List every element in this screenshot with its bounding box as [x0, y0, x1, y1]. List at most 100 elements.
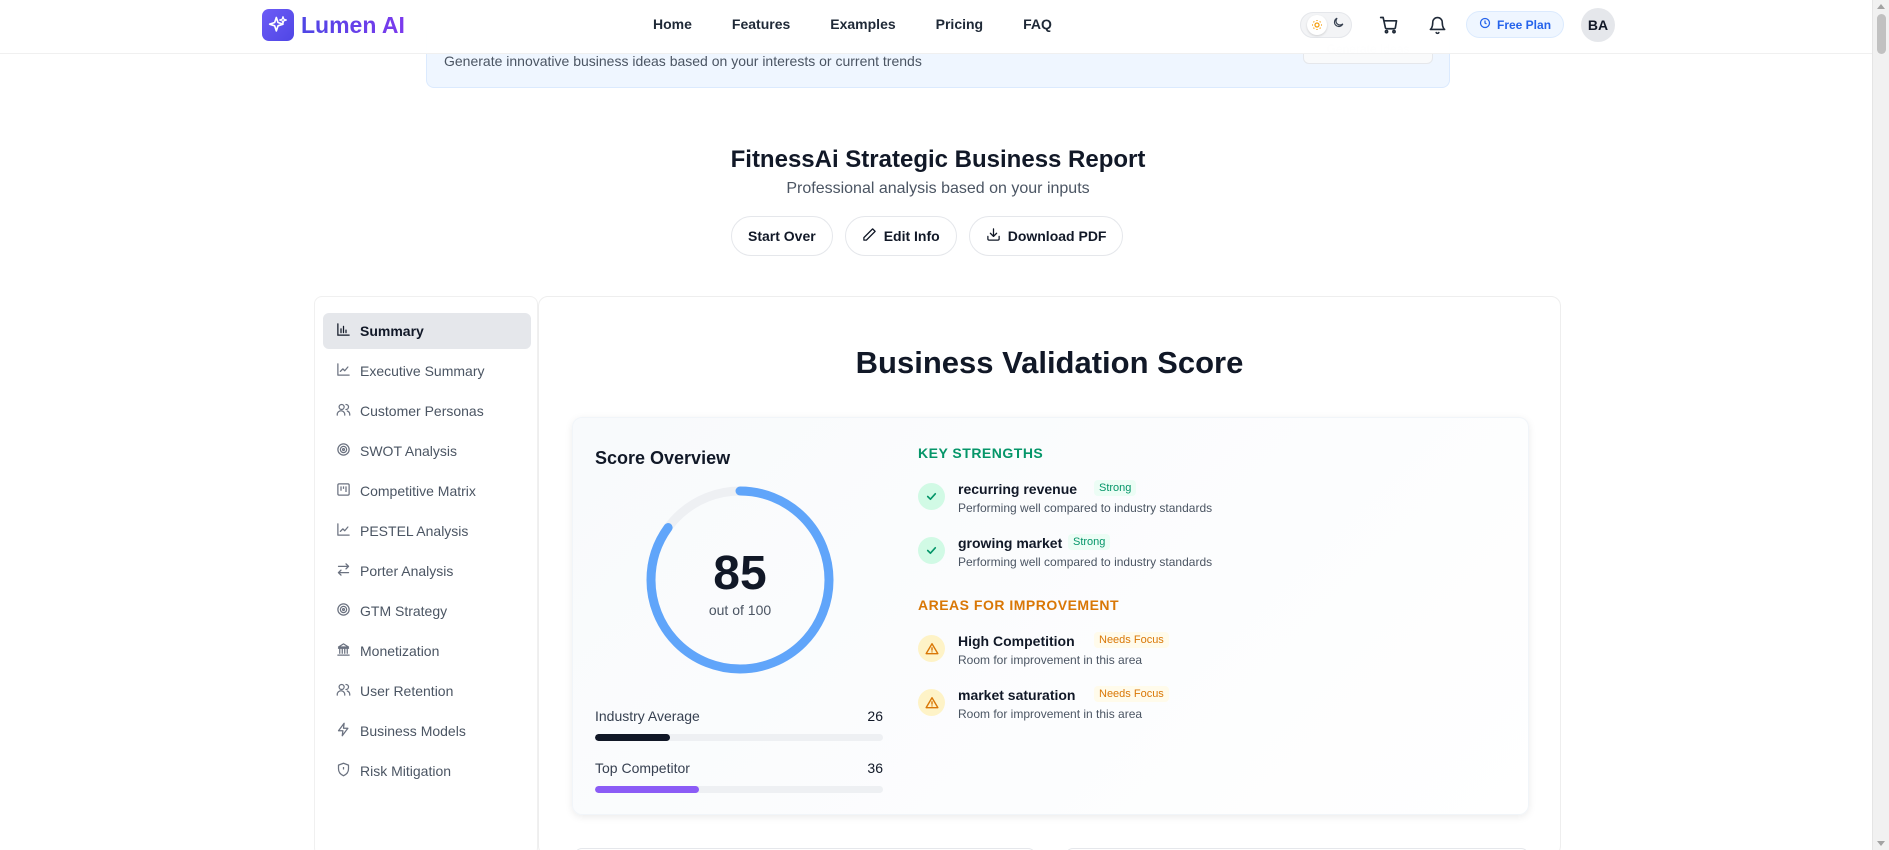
top-navbar: Lumen AI Home Features Examples Pricing … — [0, 0, 1872, 54]
check-icon — [918, 483, 945, 510]
sidebar-item-porter-analysis[interactable]: Porter Analysis — [323, 553, 531, 589]
industry-average-metric: Industry Average 26 — [595, 708, 883, 741]
free-plan-badge[interactable]: Free Plan — [1466, 11, 1565, 38]
nav-link-pricing[interactable]: Pricing — [936, 16, 983, 32]
sidebar-item-summary[interactable]: Summary — [323, 313, 531, 349]
sidebar-item-label: GTM Strategy — [360, 603, 448, 619]
score-caption: out of 100 — [708, 602, 772, 618]
line-chart-icon — [336, 362, 351, 380]
download-pdf-button[interactable]: Download PDF — [968, 216, 1124, 256]
sidebar-item-label: Porter Analysis — [360, 563, 454, 579]
plan-clock-icon — [1479, 17, 1491, 32]
shield-icon — [336, 762, 351, 780]
sidebar-item-label: Summary — [360, 323, 424, 339]
score-gauge: 85 out of 100 — [644, 484, 836, 676]
target-icon — [336, 442, 351, 460]
sidebar-item-label: Executive Summary — [360, 363, 485, 379]
areas-for-improvement-heading: AREAS FOR IMPROVEMENT — [918, 597, 1120, 613]
sun-icon — [1306, 15, 1327, 35]
sidebar-item-label: Customer Personas — [360, 403, 484, 419]
industry-average-value: 26 — [867, 708, 883, 724]
improvement-item: market saturation Needs Focus Room for i… — [918, 686, 1478, 731]
top-competitor-track — [595, 786, 883, 793]
target-icon — [336, 602, 351, 620]
sidebar-item-risk-mitigation[interactable]: Risk Mitigation — [323, 753, 531, 789]
improvement-note: Room for improvement in this area — [958, 653, 1143, 667]
sidebar-item-pestel-analysis[interactable]: PESTEL Analysis — [323, 513, 531, 549]
plan-label: Free Plan — [1497, 17, 1552, 32]
sidebar-item-label: Risk Mitigation — [360, 763, 452, 779]
key-strengths-heading: KEY STRENGTHS — [918, 445, 1044, 461]
start-over-button[interactable]: Start Over — [731, 216, 833, 256]
nav-link-features[interactable]: Features — [732, 16, 790, 32]
nav-link-home[interactable]: Home — [653, 16, 692, 32]
improvement-name: market saturation — [958, 687, 1076, 703]
sidebar-item-business-models[interactable]: Business Models — [323, 713, 531, 749]
nav-link-examples[interactable]: Examples — [830, 16, 895, 32]
user-avatar[interactable]: BA — [1581, 8, 1615, 42]
strength-tag: Strong — [1094, 480, 1137, 496]
score-overview-title: Score Overview — [595, 448, 731, 468]
sidebar-item-gtm-strategy[interactable]: GTM Strategy — [323, 593, 531, 629]
download-icon — [986, 227, 1001, 245]
industry-average-label: Industry Average — [595, 708, 700, 724]
strength-note: Performing well compared to industry sta… — [958, 501, 1213, 515]
strength-note: Performing well compared to industry sta… — [958, 555, 1213, 569]
sidebar-item-executive-summary[interactable]: Executive Summary — [323, 353, 531, 389]
improvement-tag: Needs Focus — [1094, 686, 1169, 702]
line-chart-icon — [336, 522, 351, 540]
sidebar-item-competitive-matrix[interactable]: Competitive Matrix — [323, 473, 531, 509]
nav-link-faq[interactable]: FAQ — [1023, 16, 1052, 32]
improvement-note: Room for improvement in this area — [958, 707, 1143, 721]
idea-banner-description: Generate innovative business ideas based… — [444, 53, 922, 69]
sidebar-item-label: Monetization — [360, 643, 440, 659]
pencil-icon — [862, 227, 877, 245]
report-sidebar: Summary Executive Summary Customer Perso… — [314, 296, 538, 850]
report-subtitle: Professional analysis based on your inpu… — [786, 180, 1090, 197]
sidebar-item-swot-analysis[interactable]: SWOT Analysis — [323, 433, 531, 469]
industry-average-track — [595, 734, 883, 741]
sidebar-item-label: Business Models — [360, 723, 466, 739]
start-over-label: Start Over — [748, 228, 816, 244]
top-competitor-value: 36 — [867, 760, 883, 776]
sidebar-item-label: PESTEL Analysis — [360, 523, 469, 539]
sparkle-logo-icon — [262, 9, 294, 41]
industry-average-bar — [595, 734, 670, 741]
check-icon — [918, 537, 945, 564]
bank-icon — [336, 642, 351, 660]
scroll-thumb[interactable] — [1877, 14, 1886, 54]
validation-card: Business Validation Score Score Overview… — [538, 296, 1561, 850]
arrows-icon — [336, 562, 351, 580]
cart-icon[interactable] — [1377, 13, 1401, 37]
bar-chart-icon — [336, 322, 351, 340]
validation-title: Business Validation Score — [855, 345, 1244, 380]
top-competitor-metric: Top Competitor 36 — [595, 760, 883, 793]
sidebar-item-label: Competitive Matrix — [360, 483, 476, 499]
scroll-down-arrow[interactable] — [1877, 841, 1885, 846]
strength-name: growing market — [958, 535, 1063, 551]
lightning-icon — [336, 722, 351, 740]
moon-icon — [1332, 16, 1345, 34]
theme-toggle[interactable] — [1300, 12, 1352, 38]
sidebar-item-monetization[interactable]: Monetization — [323, 633, 531, 669]
download-pdf-label: Download PDF — [1007, 228, 1107, 244]
sidebar-item-customer-personas[interactable]: Customer Personas — [323, 393, 531, 429]
report-actions: Start Over Edit Info Download PDF — [731, 216, 1124, 256]
report-title: FitnessAi Strategic Business Report — [730, 146, 1146, 173]
improvement-item: High Competition Needs Focus Room for im… — [918, 632, 1478, 677]
edit-info-button[interactable]: Edit Info — [844, 216, 957, 256]
score-value: 85 — [713, 547, 767, 600]
brand-name: Lumen AI — [301, 11, 405, 38]
matrix-icon — [336, 482, 351, 500]
page-scrollbar[interactable] — [1872, 0, 1889, 850]
logo[interactable]: Lumen AI — [262, 9, 405, 41]
score-overview-card: Score Overview 85 out of 100 Industry Av… — [572, 417, 1529, 815]
scroll-up-arrow[interactable] — [1877, 4, 1885, 9]
warning-icon — [918, 689, 945, 716]
bell-icon[interactable] — [1425, 13, 1449, 37]
sidebar-item-user-retention[interactable]: User Retention — [323, 673, 531, 709]
strength-name: recurring revenue — [958, 481, 1078, 497]
strength-item: growing market Strong Performing well co… — [918, 534, 1478, 579]
improvement-tag: Needs Focus — [1094, 632, 1169, 648]
strength-tag: Strong — [1068, 534, 1111, 550]
